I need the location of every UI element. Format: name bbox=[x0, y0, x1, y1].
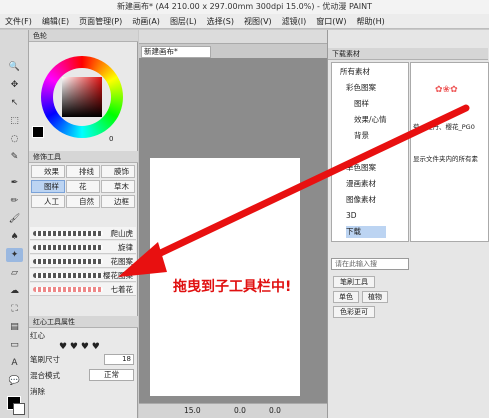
eraser-icon[interactable]: ▱ bbox=[6, 266, 23, 280]
tab-hatching[interactable]: 排线 bbox=[66, 165, 100, 178]
tab-flower[interactable]: 花 bbox=[66, 180, 100, 193]
document-tab[interactable]: 新建画布* bbox=[141, 46, 211, 58]
blend-mode-label: 混合模式 bbox=[30, 371, 60, 380]
brush-icon[interactable]: 🖌 bbox=[6, 212, 23, 226]
tab-plants[interactable]: 草木 bbox=[101, 180, 135, 193]
info-text: 显示文件夹内的所有素 bbox=[413, 155, 478, 163]
material-tree: 所有素材 彩色图案 图样 效果/心情 背景 单色图案 漫画素材 图像素材 3D … bbox=[331, 62, 409, 242]
brush-size-field[interactable]: 18 bbox=[104, 354, 134, 365]
menu-window[interactable]: 窗口(W) bbox=[311, 16, 351, 27]
tab-border[interactable]: 边框 bbox=[101, 195, 135, 208]
annotation-callout: 拖曳到子工具栏中! bbox=[173, 279, 292, 295]
tab-pattern[interactable]: 图样 bbox=[31, 180, 65, 193]
decoration-item[interactable]: 樱花图案 bbox=[30, 269, 136, 282]
sub-tool-title: 修饰工具 bbox=[33, 153, 61, 161]
erase-row: 消除 bbox=[30, 386, 136, 398]
tree-item[interactable]: 3D bbox=[346, 210, 357, 222]
tab-film[interactable]: 膜饰 bbox=[101, 165, 135, 178]
brush-size-label: 笔刷尺寸 bbox=[30, 355, 60, 364]
tree-item[interactable]: 背景 bbox=[354, 130, 369, 142]
menu-edit[interactable]: 编辑(E) bbox=[37, 16, 74, 27]
tab-nature[interactable]: 自然 bbox=[66, 195, 100, 208]
decoration-item[interactable]: 爬山虎 bbox=[30, 227, 136, 240]
tree-item[interactable]: 漫画素材 bbox=[346, 178, 376, 190]
color-panel-header: 色轮 bbox=[29, 30, 138, 42]
eyedropper-icon[interactable]: ✎ bbox=[6, 150, 23, 164]
tree-item[interactable]: 单色图案 bbox=[346, 162, 376, 174]
canvas-toolbar bbox=[139, 30, 327, 44]
blend-icon[interactable]: ☁ bbox=[6, 284, 23, 298]
hue-value: 0 bbox=[109, 135, 114, 143]
decoration-item[interactable]: 七着花 bbox=[30, 283, 136, 296]
airbrush-icon[interactable]: ♠ bbox=[6, 230, 23, 244]
move-icon[interactable]: ✥ bbox=[6, 78, 23, 92]
menu-select[interactable]: 选择(S) bbox=[202, 16, 239, 27]
toolbox: 🔍 ✥ ↖ ⬚ ◌ ✎ ✒ ✏ 🖌 ♠ ✦ ▱ ☁ ⛶ ▤ ▭ A 💬 bbox=[0, 30, 29, 418]
canvas-rotation[interactable]: 0.0 bbox=[269, 404, 281, 418]
menu-file[interactable]: 文件(F) bbox=[0, 16, 37, 27]
canvas-angle[interactable]: 0.0 bbox=[234, 404, 246, 418]
tree-item[interactable]: 图样 bbox=[354, 98, 369, 110]
current-color-swatch bbox=[32, 126, 44, 138]
tool-property-title: 红心工具属性 bbox=[33, 318, 75, 326]
menu-layer[interactable]: 图层(L) bbox=[165, 16, 202, 27]
text-icon[interactable]: A bbox=[6, 356, 23, 370]
decoration-item[interactable]: 花图案 bbox=[30, 255, 136, 268]
menu-animation[interactable]: 动画(A) bbox=[127, 16, 165, 27]
canvas-status-bar: 15.0 0.0 0.0 bbox=[139, 403, 327, 418]
zoom-level[interactable]: 15.0 bbox=[184, 404, 201, 418]
saturation-square[interactable] bbox=[62, 77, 102, 117]
material-search-input[interactable]: 请在此输入搜 bbox=[331, 258, 409, 270]
material-panel-title: 下载素材 bbox=[332, 50, 360, 58]
pen-icon[interactable]: ✒ bbox=[6, 176, 23, 190]
lasso-icon[interactable]: ◌ bbox=[6, 132, 23, 146]
menu-view[interactable]: 视图(V) bbox=[239, 16, 277, 27]
tree-item-download[interactable]: 下载 bbox=[346, 226, 386, 238]
menu-filter[interactable]: 滤镜(I) bbox=[277, 16, 312, 27]
zoom-icon[interactable]: 🔍 bbox=[6, 60, 23, 74]
material-preview[interactable]: ✿❀✿ 菊、牡丹、樱花_PG0 显示文件夹内的所有素 bbox=[410, 62, 489, 242]
erase-label: 消除 bbox=[30, 387, 45, 396]
tree-item[interactable]: 效果/心情 bbox=[354, 114, 387, 126]
menu-page[interactable]: 页面管理(P) bbox=[74, 16, 127, 27]
tool-name: 红心 bbox=[30, 331, 45, 340]
sub-color-swatch[interactable] bbox=[13, 403, 25, 415]
window-title: 新建画布* (A4 210.00 x 297.00mm 300dpi 15.0%… bbox=[0, 0, 489, 14]
color-wheel-tab[interactable]: 色轮 bbox=[33, 32, 47, 40]
pencil-icon[interactable]: ✏ bbox=[6, 194, 23, 208]
operation-icon[interactable]: ↖ bbox=[6, 96, 23, 110]
tag-button[interactable]: 笔刷工具 bbox=[333, 276, 375, 288]
blend-mode-select[interactable]: 正常 bbox=[89, 369, 134, 381]
heart-brush-preview: ♥ ♥ ♥ ♥ bbox=[59, 342, 100, 352]
tag-button[interactable]: 单色 bbox=[333, 291, 359, 303]
preview-caption: 菊、牡丹、樱花_PG0 bbox=[413, 123, 475, 131]
tree-item[interactable]: 图像素材 bbox=[346, 194, 376, 206]
fill-icon[interactable]: ⛶ bbox=[6, 302, 23, 316]
decoration-tool-icon[interactable]: ✦ bbox=[6, 248, 23, 262]
tree-item[interactable]: 彩色图案 bbox=[346, 82, 376, 94]
tab-artificial[interactable]: 人工 bbox=[31, 195, 65, 208]
tab-effect[interactable]: 效果 bbox=[31, 165, 65, 178]
figure-icon[interactable]: ▭ bbox=[6, 338, 23, 352]
tree-item[interactable]: 所有素材 bbox=[340, 66, 370, 78]
gradient-icon[interactable]: ▤ bbox=[6, 320, 23, 334]
menu-bar: 文件(F) 编辑(E) 页面管理(P) 动画(A) 图层(L) 选择(S) 视图… bbox=[0, 14, 489, 29]
tool-property-header: 红心工具属性 bbox=[29, 316, 138, 328]
material-panel-header: 下载素材 bbox=[328, 48, 488, 60]
color-wheel[interactable] bbox=[41, 56, 123, 138]
sub-tool-header: 修饰工具 bbox=[29, 151, 138, 163]
tag-button[interactable]: 植物 bbox=[362, 291, 388, 303]
flower-material-thumbnail[interactable]: ✿❀✿ bbox=[435, 85, 458, 95]
selection-icon[interactable]: ⬚ bbox=[6, 114, 23, 128]
decoration-item[interactable]: 旋律 bbox=[30, 241, 136, 254]
left-panel: 色轮 0 修饰工具 效果 排线 膜饰 图样 花 草木 人工 自然 边框 爬山虎 … bbox=[29, 30, 138, 418]
menu-help[interactable]: 帮助(H) bbox=[351, 16, 389, 27]
balloon-icon[interactable]: 💬 bbox=[6, 374, 23, 388]
tag-button[interactable]: 色彩更可 bbox=[333, 306, 375, 318]
